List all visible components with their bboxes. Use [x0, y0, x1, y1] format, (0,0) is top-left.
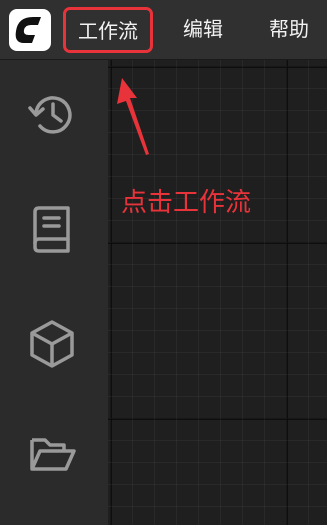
comfy-logo-icon: [15, 17, 41, 43]
annotation-label: 点击工作流: [121, 188, 252, 218]
menu-bar: 工作流 编辑 帮助: [0, 0, 327, 60]
history-icon: [28, 96, 72, 134]
menu-help[interactable]: 帮助: [269, 14, 309, 44]
sidebar-item-models[interactable]: [24, 316, 80, 372]
sidebar-item-files[interactable]: [24, 426, 80, 482]
annotation-arrow-icon: [117, 78, 149, 155]
sidebar-item-library[interactable]: [24, 201, 80, 257]
app-logo[interactable]: [9, 9, 51, 51]
app-window: 工作流 编辑 帮助 点击工作流: [0, 0, 327, 525]
sidebar: [0, 60, 108, 525]
menu-edit[interactable]: 编辑: [183, 14, 223, 44]
sidebar-item-history[interactable]: [24, 87, 80, 143]
folder-open-icon: [30, 438, 76, 471]
cube-icon: [30, 320, 74, 368]
menu-workflow[interactable]: 工作流: [63, 7, 153, 53]
book-icon: [33, 206, 70, 253]
